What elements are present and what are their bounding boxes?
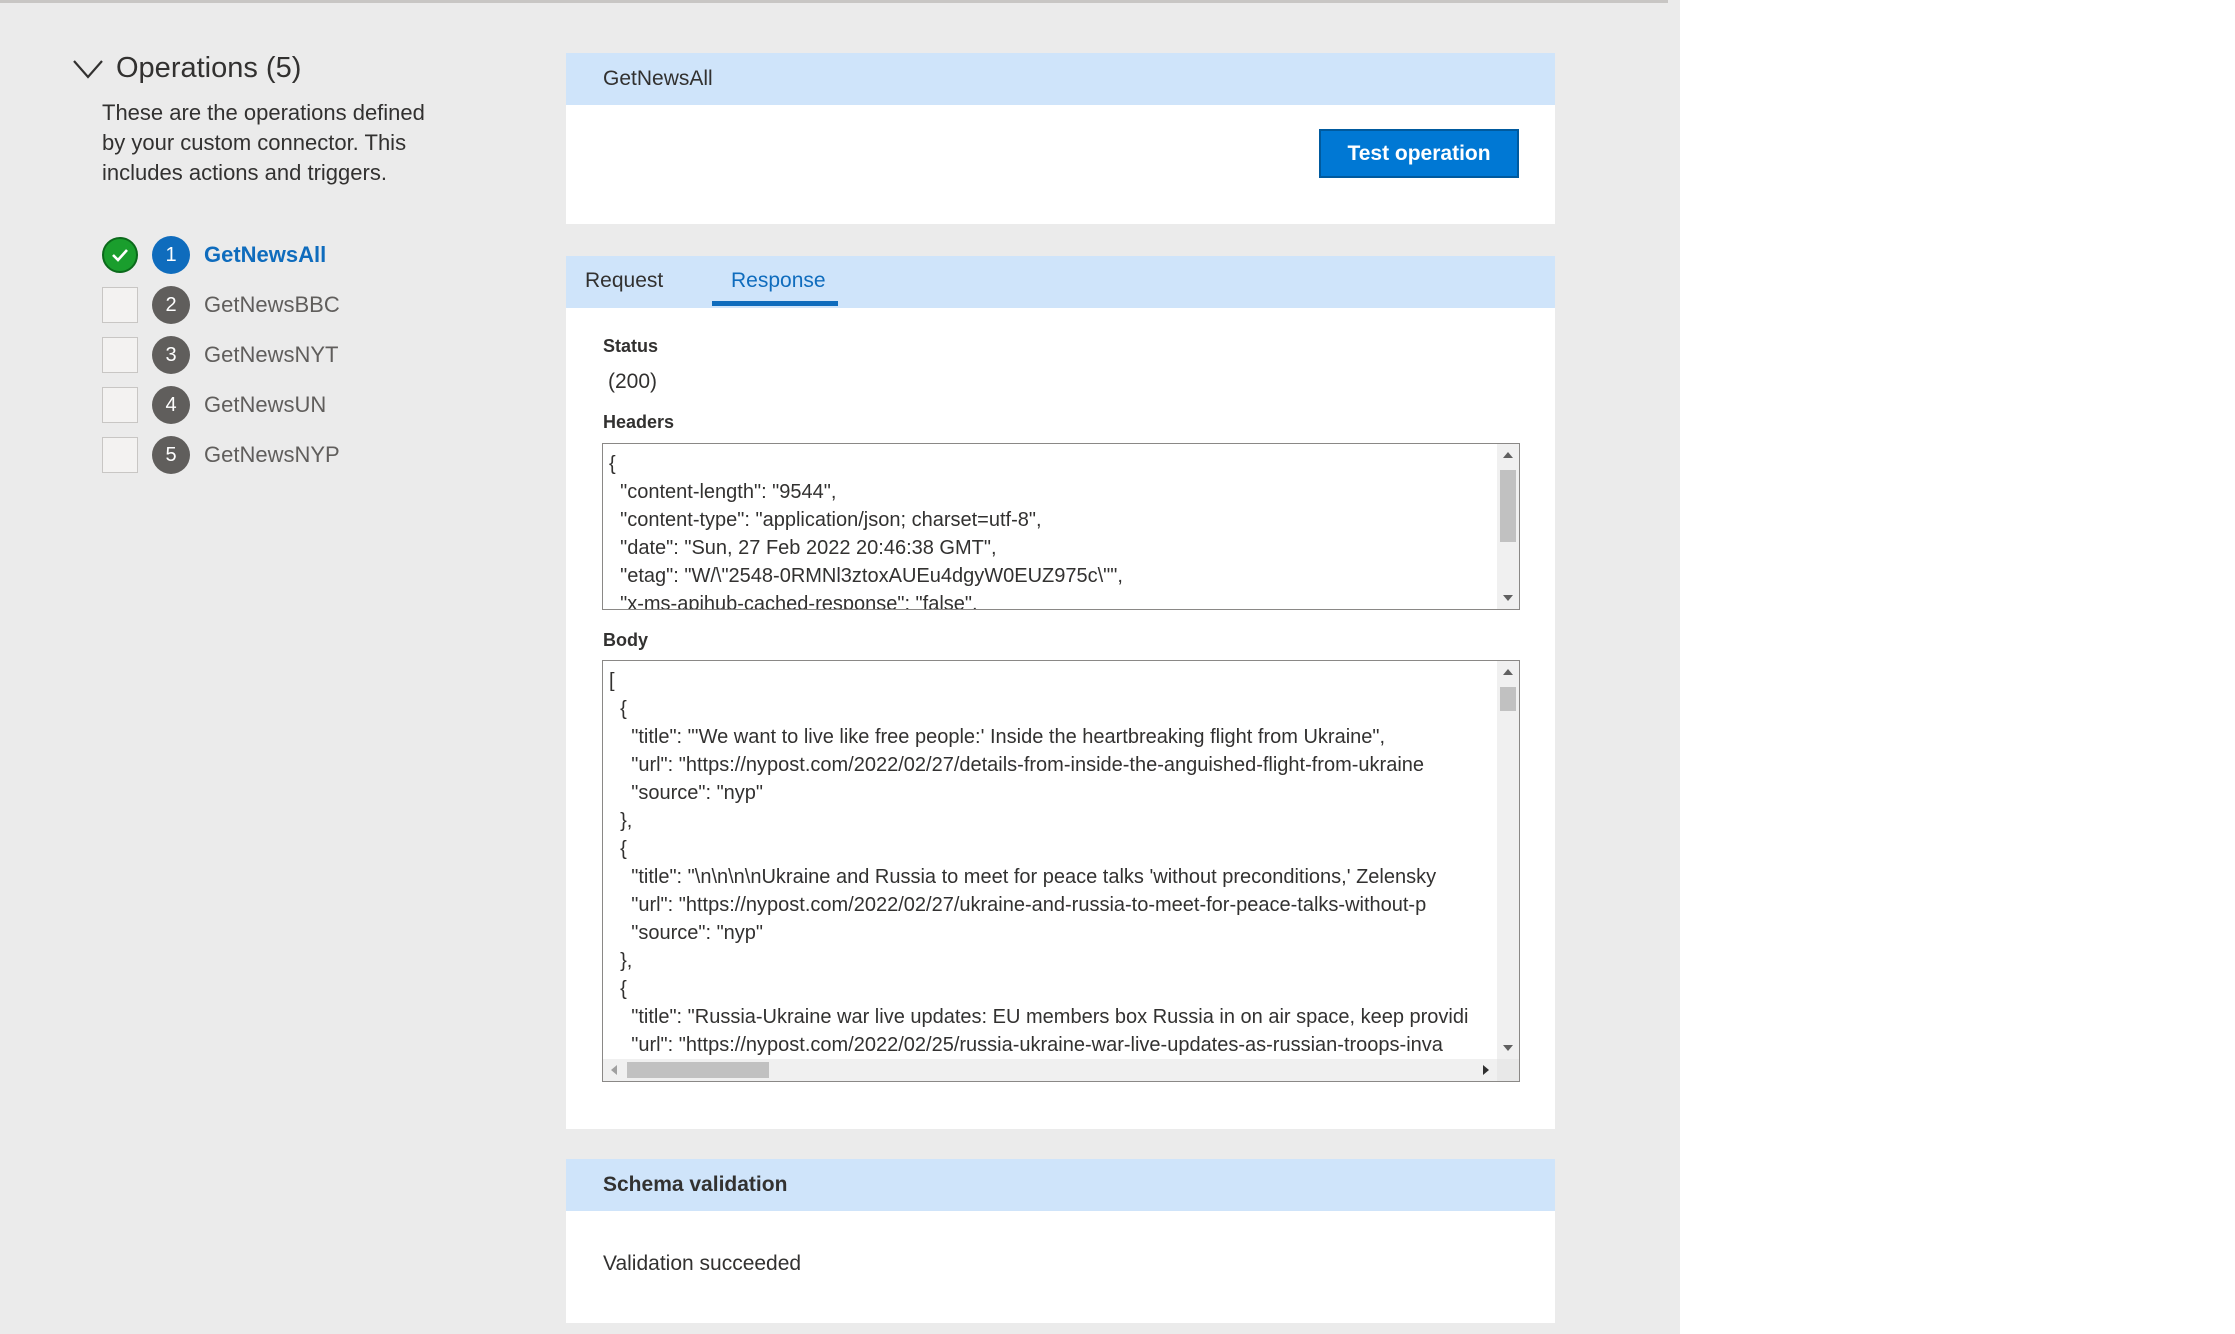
operation-name[interactable]: GetNewsBBC [204,292,340,318]
operation-item-getnewsall[interactable]: 1 GetNewsAll [102,230,340,280]
top-divider [0,0,1668,3]
headers-content: { "content-length": "9544", "content-typ… [609,453,1123,610]
status-checkbox [102,387,138,423]
scroll-thumb[interactable] [1500,687,1516,711]
validation-result: Validation succeeded [603,1252,802,1275]
operation-name[interactable]: GetNewsAll [204,242,326,268]
status-checkbox [102,337,138,373]
scrollbar-corner [1497,1059,1519,1081]
operation-list: 1 GetNewsAll 2 GetNewsBBC 3 GetNewsNYT 4… [102,230,340,480]
checkmark-icon [102,237,138,273]
test-operation-card: GetNewsAll Test operation [566,53,1555,224]
schema-validation-title: Schema validation [566,1159,1555,1211]
body-label: Body [603,630,648,650]
status-value: (200) [608,370,658,393]
operations-description: These are the operations defined by your… [102,100,425,185]
operation-name[interactable]: GetNewsUN [204,392,326,418]
body-vertical-scrollbar[interactable] [1497,661,1519,1059]
operations-title: Operations (5) [116,52,302,84]
step-number: 5 [152,436,190,474]
scroll-left-icon[interactable] [611,1065,617,1075]
tab-bar: Request Response [566,256,1555,308]
headers-textarea[interactable]: { "content-length": "9544", "content-typ… [602,443,1520,610]
schema-validation-card: Schema validation Validation succeeded [566,1159,1555,1323]
test-operation-button[interactable]: Test operation [1319,129,1519,178]
operation-item-getnewsnyp[interactable]: 5 GetNewsNYP [102,430,340,480]
scroll-thumb[interactable] [1500,470,1516,542]
step-number: 3 [152,336,190,374]
step-number: 4 [152,386,190,424]
headers-label: Headers [603,412,675,432]
operation-item-getnewsbbc[interactable]: 2 GetNewsBBC [102,280,340,330]
selected-tab-indicator [712,301,838,306]
body-content: [ { "title": "'We want to live like free… [609,670,1469,1056]
status-label: Status [603,336,659,356]
chevron-down-icon[interactable] [72,55,104,83]
scroll-up-icon[interactable] [1503,669,1513,675]
body-textarea[interactable]: [ { "title": "'We want to live like free… [602,660,1520,1082]
step-number: 2 [152,286,190,324]
step-number: 1 [152,236,190,274]
connector-test-page: Operations (5) These are the operations … [0,0,1680,1334]
status-checkbox [102,287,138,323]
status-checkbox [102,437,138,473]
operations-header[interactable]: Operations (5) [72,52,301,85]
tab-response[interactable]: Response [731,269,826,293]
headers-vertical-scrollbar[interactable] [1497,444,1519,609]
scroll-down-icon[interactable] [1503,1045,1513,1051]
response-card: Request Response Status (200) Headers { … [566,256,1555,1129]
scroll-up-icon[interactable] [1503,452,1513,458]
operation-item-getnewsun[interactable]: 4 GetNewsUN [102,380,340,430]
operation-name[interactable]: GetNewsNYP [204,442,340,468]
scroll-thumb[interactable] [627,1062,769,1078]
scroll-down-icon[interactable] [1503,595,1513,601]
operation-card-title: GetNewsAll [566,53,1555,105]
operation-name[interactable]: GetNewsNYT [204,342,338,368]
tab-request[interactable]: Request [585,269,663,293]
body-horizontal-scrollbar[interactable] [603,1059,1497,1081]
operation-item-getnewsnyt[interactable]: 3 GetNewsNYT [102,330,340,380]
scroll-right-icon[interactable] [1483,1065,1489,1075]
